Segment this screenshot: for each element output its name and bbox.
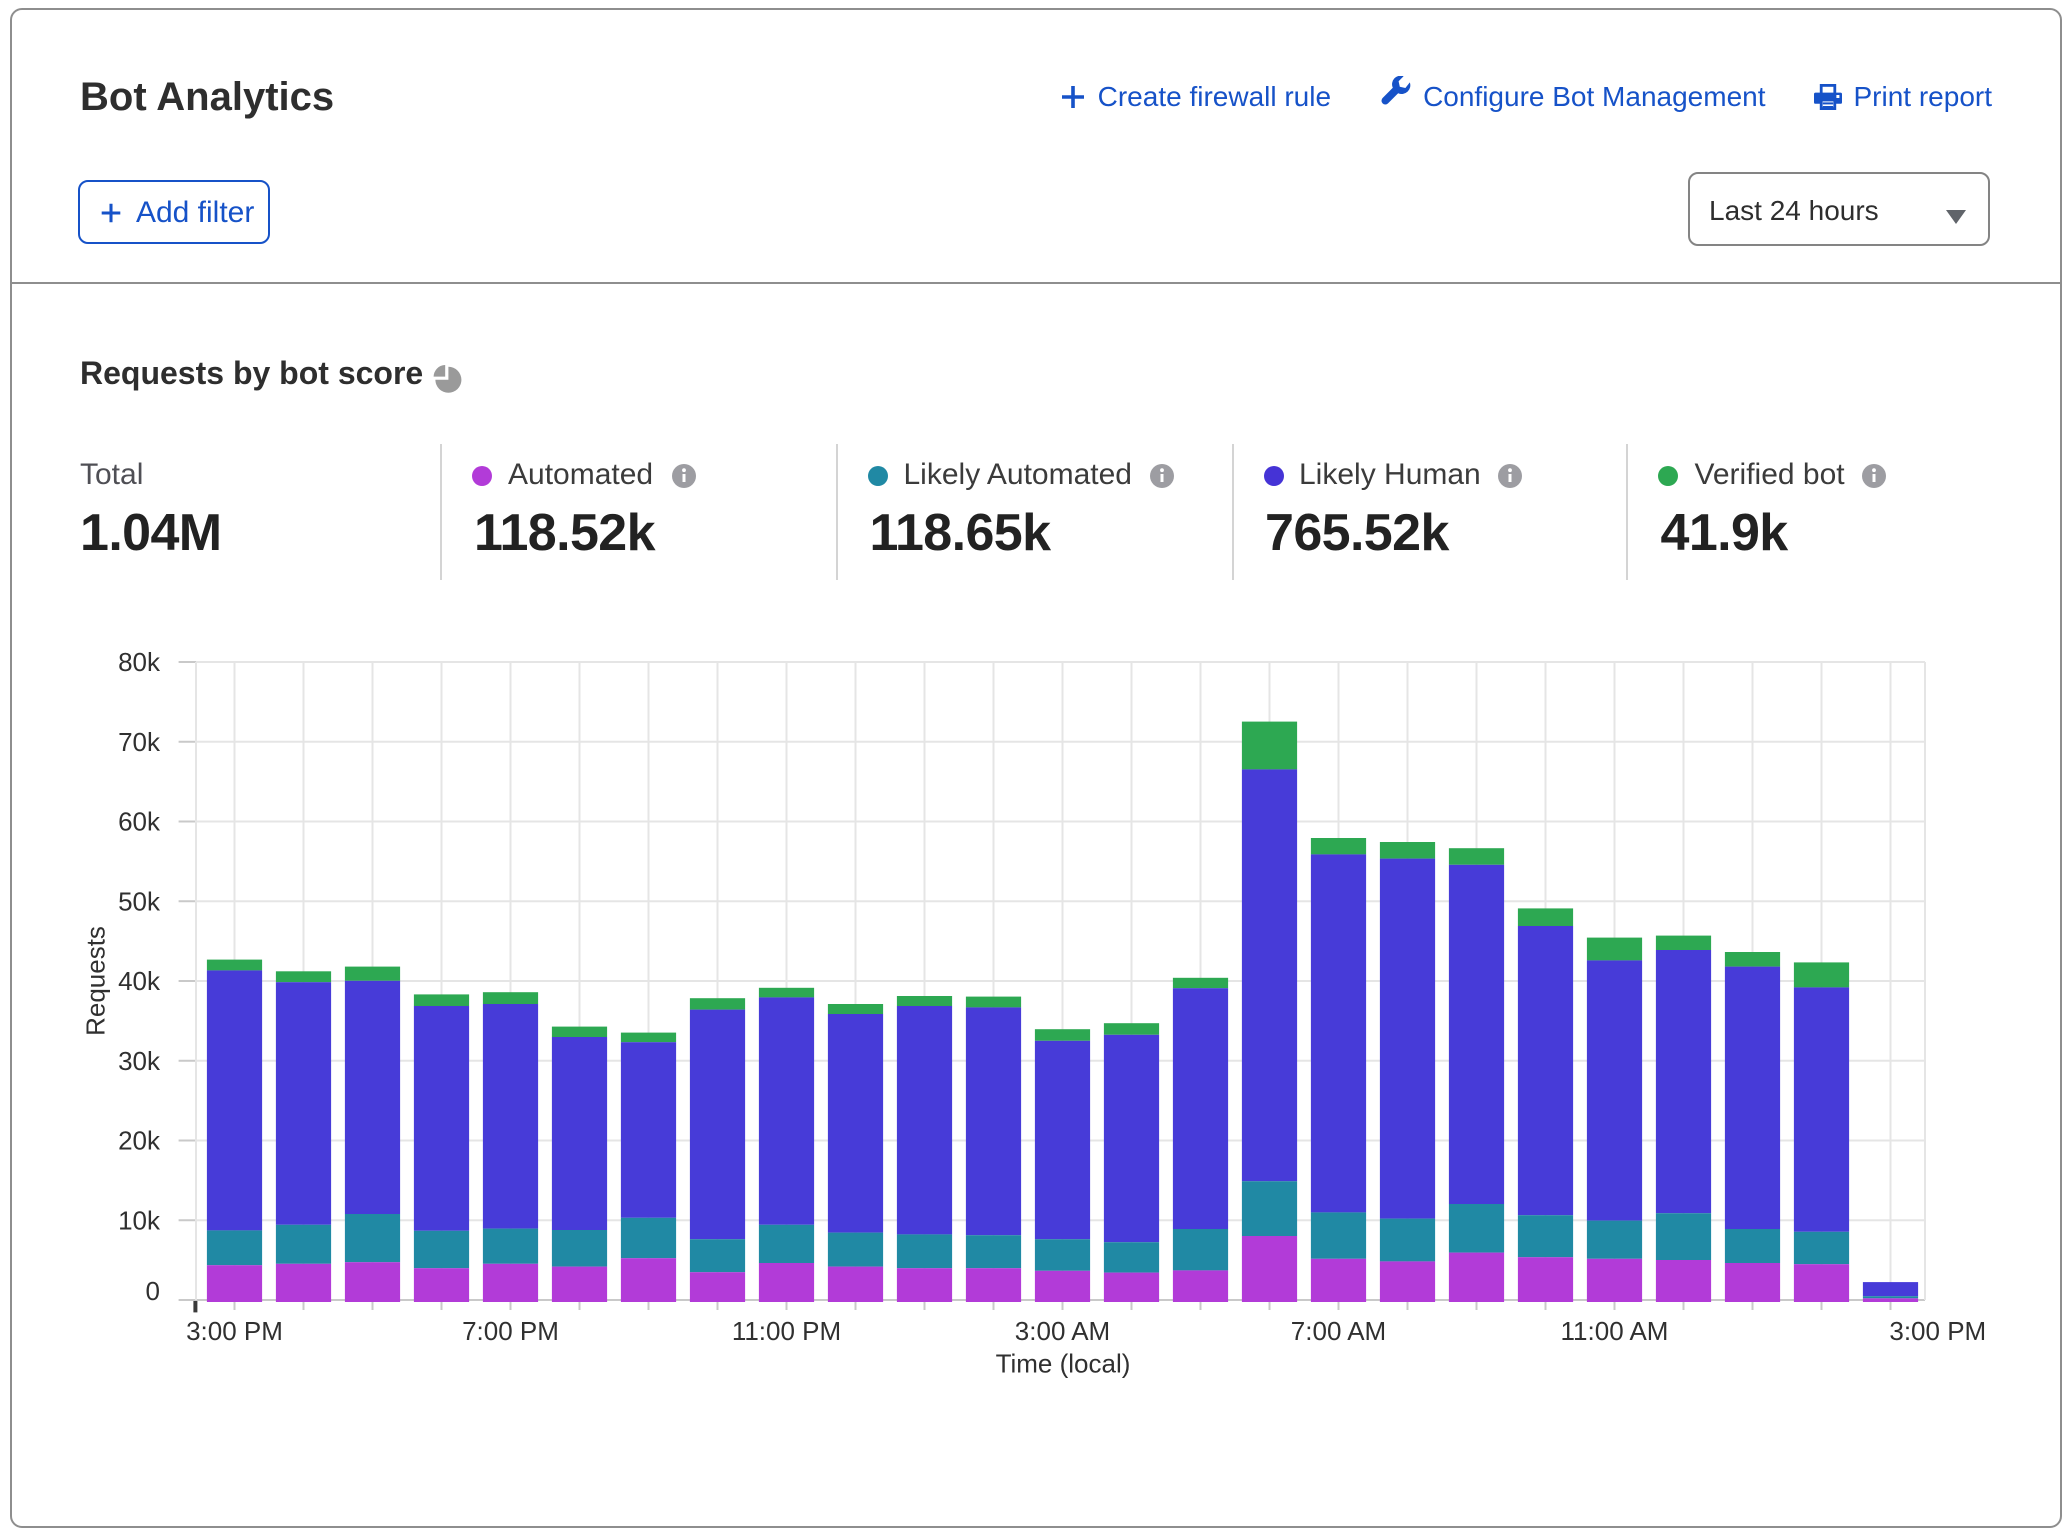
svg-text:60k: 60k <box>118 807 161 837</box>
svg-text:3:00 PM: 3:00 PM <box>1889 1316 1986 1346</box>
svg-text:80k: 80k <box>118 647 161 677</box>
svg-text:Time (local): Time (local) <box>996 1348 1131 1378</box>
svg-text:30k: 30k <box>118 1046 161 1076</box>
svg-text:70k: 70k <box>118 727 161 757</box>
svg-text:Requests: Requests <box>81 926 111 1036</box>
svg-text:0: 0 <box>146 1276 160 1306</box>
svg-text:11:00 AM: 11:00 AM <box>1561 1316 1669 1346</box>
svg-text:20k: 20k <box>118 1126 161 1156</box>
svg-text:10k: 10k <box>118 1205 161 1235</box>
svg-text:50k: 50k <box>118 886 161 916</box>
svg-text:3:00 AM: 3:00 AM <box>1015 1316 1110 1346</box>
svg-text:7:00 AM: 7:00 AM <box>1291 1316 1386 1346</box>
svg-text:7:00 PM: 7:00 PM <box>462 1316 559 1346</box>
svg-text:40k: 40k <box>118 966 161 996</box>
svg-text:3:00 PM: 3:00 PM <box>186 1316 283 1346</box>
svg-text:11:00 PM: 11:00 PM <box>732 1316 841 1346</box>
